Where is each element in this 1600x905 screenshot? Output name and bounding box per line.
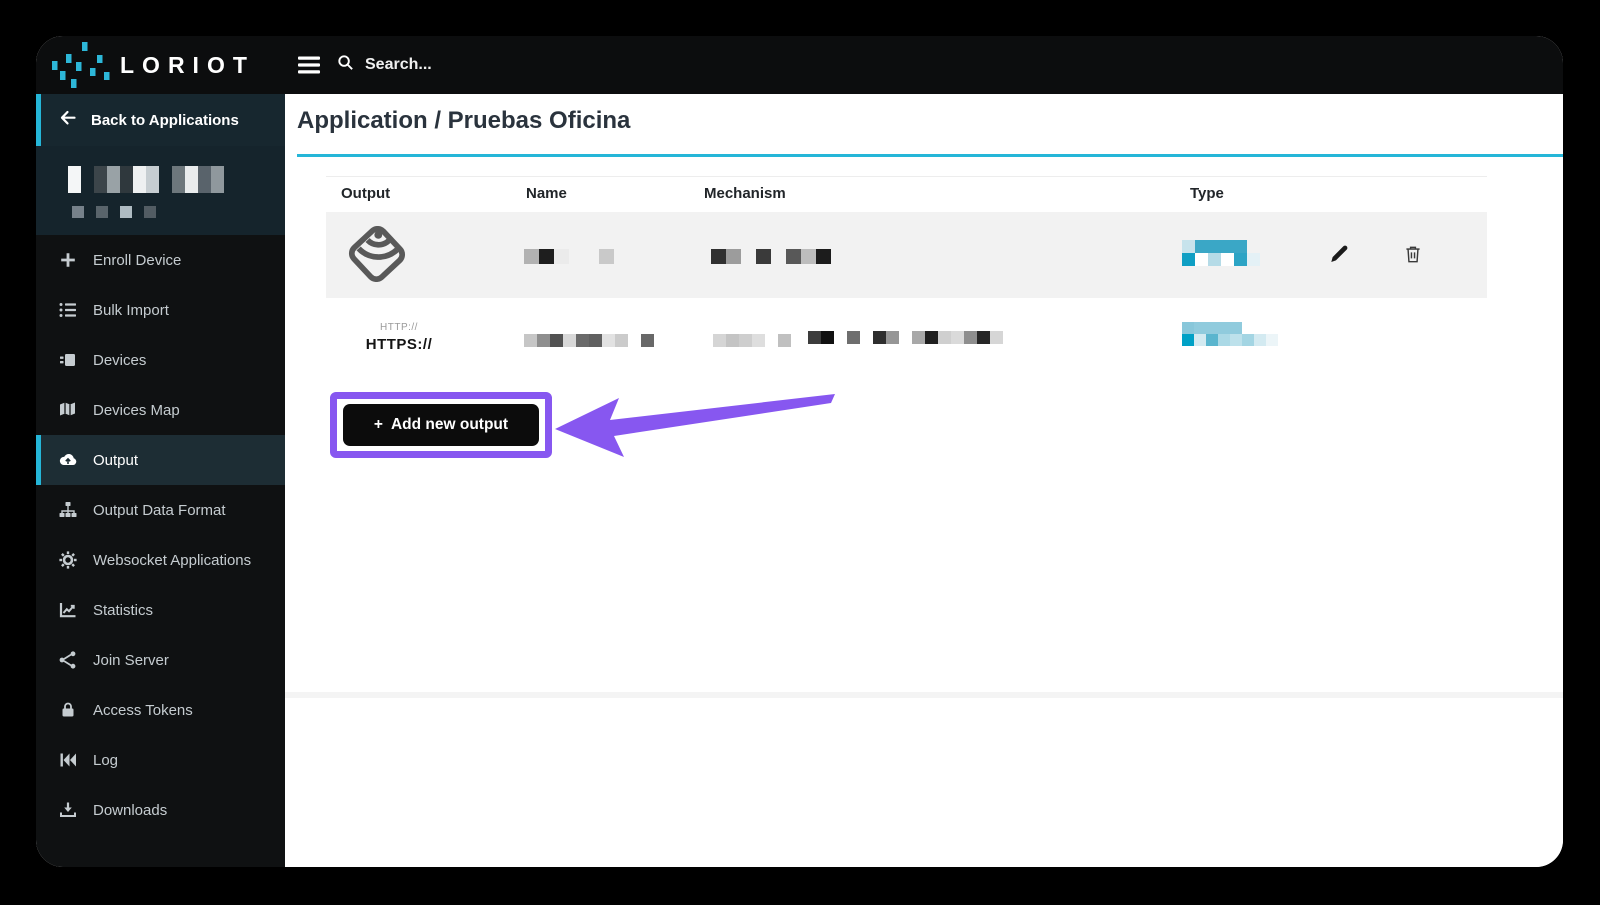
column-header-name: Name — [526, 185, 567, 202]
download-icon — [58, 800, 78, 820]
pencil-icon — [1331, 245, 1348, 263]
sidebar-item-label: Output Data Format — [93, 501, 226, 519]
hamburger-menu-icon[interactable] — [298, 55, 322, 75]
sidebar-item-output[interactable]: Output — [36, 435, 285, 485]
trash-icon — [1406, 246, 1420, 263]
sidebar-top-section: Back to Applications — [36, 94, 285, 235]
sidebar-item-label: Devices Map — [93, 401, 180, 419]
sidebar-item-output-data-format[interactable]: Output Data Format — [36, 485, 285, 535]
redacted-type — [1182, 240, 1260, 266]
redacted-mechanism — [713, 334, 791, 347]
topbar: LORIOT — [36, 36, 1563, 94]
https-label: HTTPS:// — [365, 336, 433, 353]
sidebar-item-log[interactable]: Log — [36, 735, 285, 785]
sidebar-item-label: Bulk Import — [93, 301, 169, 319]
page-title: Application / Pruebas Oficina — [297, 107, 631, 134]
search-box — [336, 53, 525, 77]
edit-output-button[interactable] — [1328, 243, 1350, 265]
sidebar-item-bulk-import[interactable]: Bulk Import — [36, 285, 285, 335]
sidebar-item-label: Downloads — [93, 801, 168, 819]
column-header-mechanism: Mechanism — [704, 185, 786, 202]
sidebar-item-access-tokens[interactable]: Access Tokens — [36, 685, 285, 735]
plus-icon: + — [373, 416, 383, 433]
accent-divider — [297, 154, 1563, 157]
list-icon — [58, 300, 78, 320]
add-new-output-label: Add new output — [390, 416, 509, 433]
lock-icon — [58, 700, 78, 720]
gear-icon — [58, 550, 78, 570]
chart-icon — [58, 600, 78, 620]
map-icon — [58, 400, 78, 420]
sidebar-item-label: Statistics — [93, 601, 154, 619]
arrow-left-icon — [58, 108, 78, 132]
column-header-output: Output — [341, 185, 391, 202]
search-input[interactable] — [365, 56, 525, 74]
sidebar-item-label: Enroll Device — [93, 251, 182, 269]
app-window: LORIOT Back to Applications — [36, 36, 1563, 867]
annotation-highlight-box: + Add new output — [330, 392, 552, 458]
sitemap-icon — [58, 500, 78, 520]
plus-icon — [58, 250, 78, 270]
delete-output-button[interactable] — [1402, 243, 1424, 265]
column-header-type: Type — [1190, 185, 1224, 202]
sidebar-item-label: Join Server — [93, 651, 169, 669]
sidebar-item-websocket-applications[interactable]: Websocket Applications — [36, 535, 285, 585]
content-divider — [285, 692, 1563, 698]
back-to-applications-label: Back to Applications — [91, 111, 239, 129]
output-protocol-cell: HTTP:// HTTPS:// — [344, 322, 454, 353]
main-content: Application / Pruebas Oficina Output Nam… — [285, 94, 1563, 867]
sidebar-item-label: Devices — [93, 351, 147, 369]
sidebar-item-label: Access Tokens — [93, 701, 193, 719]
back-to-applications-button[interactable]: Back to Applications — [36, 94, 285, 146]
sidebar: Back to Applications Enroll Device Bulk I… — [36, 94, 285, 867]
sidebar-item-join-server[interactable]: Join Server — [36, 635, 285, 685]
table-header-row: Output Name Mechanism Type — [326, 176, 1487, 212]
device-icon — [58, 350, 78, 370]
sidebar-item-downloads[interactable]: Downloads — [36, 785, 285, 835]
sidebar-item-statistics[interactable]: Statistics — [36, 585, 285, 635]
redacted-name — [524, 334, 654, 347]
redacted-mechanism — [808, 331, 1003, 344]
redacted-mechanism — [711, 249, 831, 264]
redacted-application-id — [72, 206, 156, 218]
sidebar-menu: Enroll Device Bulk Import Devices Devices M… — [36, 235, 285, 835]
sidebar-item-enroll-device[interactable]: Enroll Device — [36, 235, 285, 285]
redacted-name — [524, 249, 614, 264]
loriot-logo-icon — [52, 42, 110, 88]
brand-name: LORIOT — [120, 52, 255, 78]
sidebar-item-devices-map[interactable]: Devices Map — [36, 385, 285, 435]
sidebar-item-label: Output — [93, 451, 139, 469]
table-row: HTTP:// HTTPS:// — [326, 298, 1487, 382]
annotation-arrow — [555, 394, 835, 457]
outputs-table: Output Name Mechanism Type HTTP:// HTTPS… — [326, 176, 1487, 382]
http-label: HTTP:// — [380, 322, 418, 333]
search-icon — [336, 53, 355, 77]
share-icon — [58, 650, 78, 670]
backward-icon — [58, 750, 78, 770]
table-row — [326, 212, 1487, 298]
redacted-type — [1182, 322, 1278, 346]
add-new-output-button[interactable]: + Add new output — [343, 404, 539, 446]
sidebar-item-devices[interactable]: Devices — [36, 335, 285, 385]
sidebar-item-label: Log — [93, 751, 119, 769]
cloud-upload-icon — [58, 450, 78, 470]
redacted-application-name — [68, 166, 224, 193]
mqtt-output-icon — [348, 226, 406, 282]
sidebar-item-label: Websocket Applications — [93, 551, 252, 569]
